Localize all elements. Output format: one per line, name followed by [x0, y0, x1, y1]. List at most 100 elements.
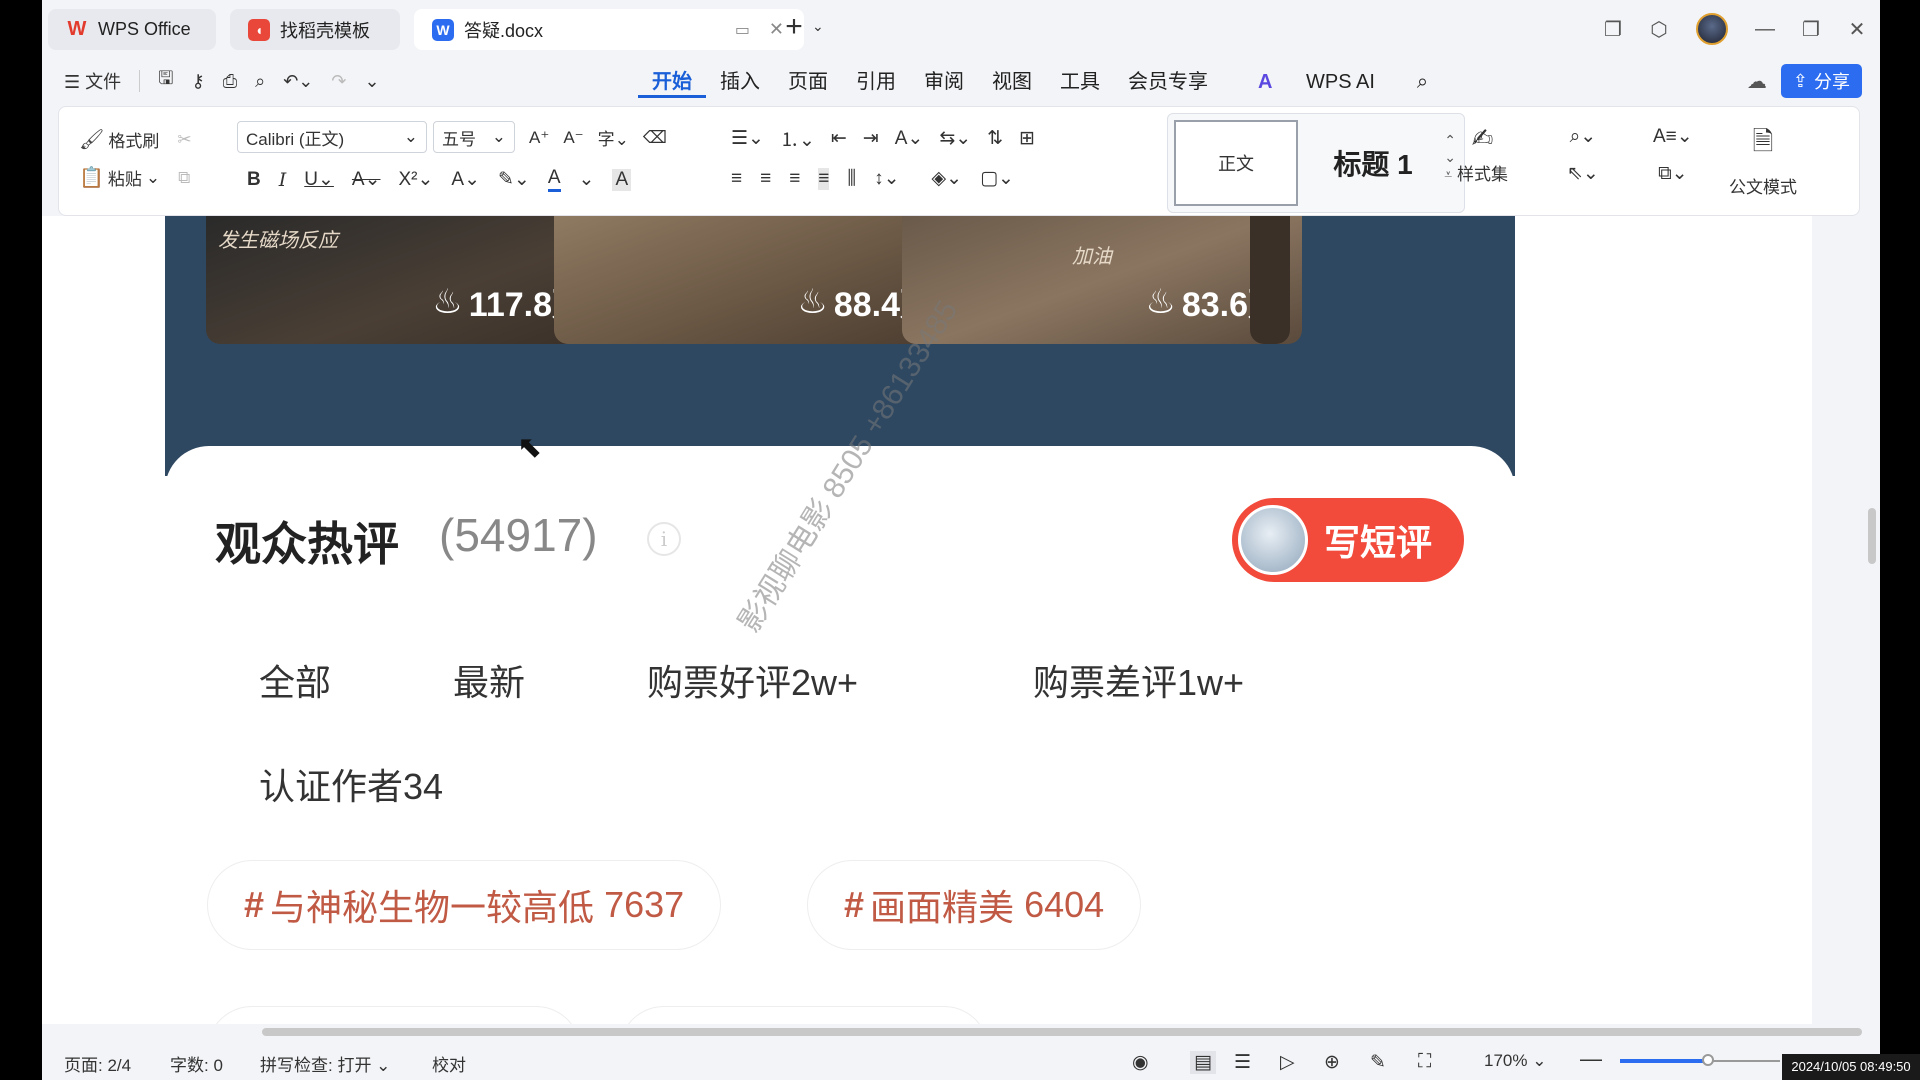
gallery-scroll-icon[interactable]: ⌃ ⌄ ⩡ [1444, 132, 1456, 183]
copy-icon[interactable]: ⧉ [178, 168, 190, 188]
strikethrough-icon[interactable]: A⌄ [352, 168, 381, 191]
key-icon[interactable]: ⚷ [192, 71, 205, 92]
line-spacing-icon[interactable]: ↕⌄ [874, 167, 899, 190]
cut-icon[interactable]: ✂ [177, 130, 191, 150]
print-icon[interactable]: ⎙ [223, 71, 237, 92]
distribute-icon[interactable]: ⫼ [847, 168, 856, 190]
horizontal-scrollbar[interactable] [42, 1024, 1862, 1038]
restore-icon[interactable]: ❐ [1788, 17, 1834, 42]
close-window-icon[interactable]: ✕ [1834, 17, 1880, 42]
justify-icon[interactable]: ≡ [818, 167, 830, 190]
tab-view[interactable]: 视图 [978, 66, 1046, 98]
page-view-icon[interactable]: ▤ [1190, 1051, 1216, 1074]
search-icon[interactable]: ⌕ [1403, 66, 1442, 98]
undo-icon[interactable]: ↶⌄ [283, 71, 313, 92]
tab-wps-office[interactable]: W WPS Office [48, 9, 216, 50]
save-icon[interactable]: 🖫 [158, 66, 173, 96]
tab-review[interactable]: 审阅 [910, 66, 978, 98]
shading-icon[interactable]: ◈⌄ [932, 167, 963, 190]
print-preview-icon[interactable]: ⌕ [255, 71, 265, 92]
outdent-icon[interactable]: ⇤ [831, 127, 847, 150]
clear-format-icon[interactable]: ⌫ [643, 128, 667, 148]
convert-icon[interactable]: ⇆⌄ [939, 127, 971, 150]
cube-icon[interactable]: ⬡ [1636, 17, 1682, 42]
align-left-icon[interactable]: ≡ [731, 168, 742, 190]
style-set-button[interactable]: ✍ 样式集 [1457, 123, 1508, 185]
underline-icon[interactable]: U⌄ [304, 168, 334, 191]
poster-1: 发生磁场反应 ♨ 117.8万 [206, 216, 606, 344]
align-center-icon[interactable]: ≡ [760, 168, 771, 190]
zoom-out-icon[interactable]: — [1580, 1046, 1602, 1072]
char-shading-icon[interactable]: A [612, 168, 632, 191]
tab-page[interactable]: 页面 [774, 66, 842, 98]
style-heading-1[interactable]: 标题 1 [1308, 120, 1438, 206]
highlight-icon[interactable]: ✎⌄ [498, 168, 530, 191]
document-page[interactable]: 发生磁场反应 ♨ 117.8万 ♨ 88.4万 加油 ♨ 83.6万 观众热评 (54… [42, 216, 1812, 1032]
sort-icon[interactable]: ⇅ [987, 127, 1003, 150]
style-normal[interactable]: 正文 [1174, 120, 1298, 206]
tab-references[interactable]: 引用 [842, 66, 910, 98]
tab-docer[interactable]: ◖ 找稻壳模板 [230, 9, 400, 50]
vertical-scrollbar[interactable] [1864, 216, 1880, 1032]
paste-button[interactable]: 📋 粘贴 ⌄ ⧉ [79, 165, 190, 190]
scroll-thumb[interactable] [262, 1028, 1862, 1036]
zoom-level[interactable]: 170% ⌄ [1484, 1051, 1546, 1071]
tab-tools[interactable]: 工具 [1046, 66, 1114, 98]
italic-icon[interactable]: I [279, 169, 287, 191]
tab-member[interactable]: 会员专享 [1114, 66, 1222, 98]
page-indicator[interactable]: 页面: 2/4 [64, 1051, 131, 1076]
word-count[interactable]: 字数: 0 [170, 1051, 223, 1076]
bullet-list-icon[interactable]: ☰⌄ [731, 127, 764, 150]
align-right-icon[interactable]: ≡ [789, 168, 800, 190]
chevron-down-icon[interactable]: ⌄ [812, 18, 824, 35]
fit-page-icon[interactable]: ⛶ [1418, 1051, 1431, 1073]
minimize-icon[interactable]: — [1742, 18, 1788, 41]
phonetic-icon[interactable]: 字⌄ [598, 125, 629, 150]
text-effect-icon[interactable]: A⌄ [451, 168, 480, 191]
file-menu[interactable]: ☰ 文件 [64, 68, 121, 94]
tab-wps-ai[interactable]: A WPS AI [1230, 66, 1403, 98]
scroll-thumb[interactable] [1868, 508, 1876, 564]
font-color-icon[interactable]: A [547, 167, 561, 192]
avatar[interactable] [1696, 13, 1728, 45]
tab-document[interactable]: W 答疑.docx ▭ ✕ [414, 9, 804, 50]
official-doc-mode-button[interactable]: 🗎 公文模式 [1729, 123, 1797, 198]
eye-icon[interactable]: ◉ [1132, 1051, 1149, 1074]
bold-icon[interactable]: B [247, 169, 261, 191]
pen-icon[interactable]: ✎ [1370, 1051, 1386, 1074]
text-tools-icon[interactable]: A≡⌄ [1653, 125, 1693, 148]
tab-home[interactable]: 开始 [638, 66, 706, 98]
ribbon-home: 🖌 格式刷 ✂ 📋 粘贴 ⌄ ⧉ Calibri (正文) ⌄ 五号 ⌄ A⁺ A⁻ 字… [58, 106, 1860, 216]
font-family-select[interactable]: Calibri (正文) ⌄ [237, 121, 427, 153]
web-view-icon[interactable]: ⊕ [1324, 1051, 1340, 1074]
format-painter-button[interactable]: 🖌 格式刷 ✂ [79, 127, 192, 152]
monitor-icon[interactable]: ▭ [735, 20, 750, 40]
zoom-slider-knob[interactable] [1702, 1054, 1714, 1066]
shapes-icon[interactable]: ⧉⌄ [1658, 162, 1688, 185]
tab-label: 答疑.docx [464, 20, 544, 41]
find-icon[interactable]: ⌕⌄ [1570, 125, 1597, 148]
outline-view-icon[interactable]: ☰ [1234, 1051, 1251, 1074]
cloud-upload-icon[interactable]: ☁ [1747, 69, 1767, 94]
text-direction-icon[interactable]: A⌄ [895, 127, 924, 150]
select-icon[interactable]: ⇖⌄ [1567, 162, 1599, 185]
spell-check[interactable]: 拼写检查: 打开 ⌄ [260, 1051, 390, 1076]
tab-insert[interactable]: 插入 [706, 66, 774, 98]
window-layout-icon[interactable]: ❐ [1590, 17, 1636, 42]
new-tab-icon[interactable]: + [774, 10, 814, 44]
show-marks-icon[interactable]: ⊞ [1019, 127, 1035, 150]
clipboard-icon: 📋 [79, 167, 104, 189]
indent-icon[interactable]: ⇥ [863, 127, 879, 150]
borders-icon[interactable]: ▢⌄ [980, 167, 1014, 190]
grow-font-icon[interactable]: A⁺ [529, 128, 549, 148]
more-chevron-icon[interactable]: ⌄ [364, 71, 379, 92]
play-icon[interactable]: ▷ [1280, 1051, 1295, 1074]
superscript-icon[interactable]: X²⌄ [399, 168, 434, 191]
numbered-list-icon[interactable]: ⒈⌄ [780, 125, 815, 152]
write-review-label: 写短评 [1324, 522, 1433, 563]
proofread-button[interactable]: 校对 [432, 1051, 466, 1076]
redo-icon[interactable]: ↷ [331, 71, 346, 92]
shrink-font-icon[interactable]: A⁻ [563, 128, 583, 148]
font-size-select[interactable]: 五号 ⌄ [433, 121, 515, 153]
share-button[interactable]: ⇪ 分享 [1780, 64, 1862, 98]
